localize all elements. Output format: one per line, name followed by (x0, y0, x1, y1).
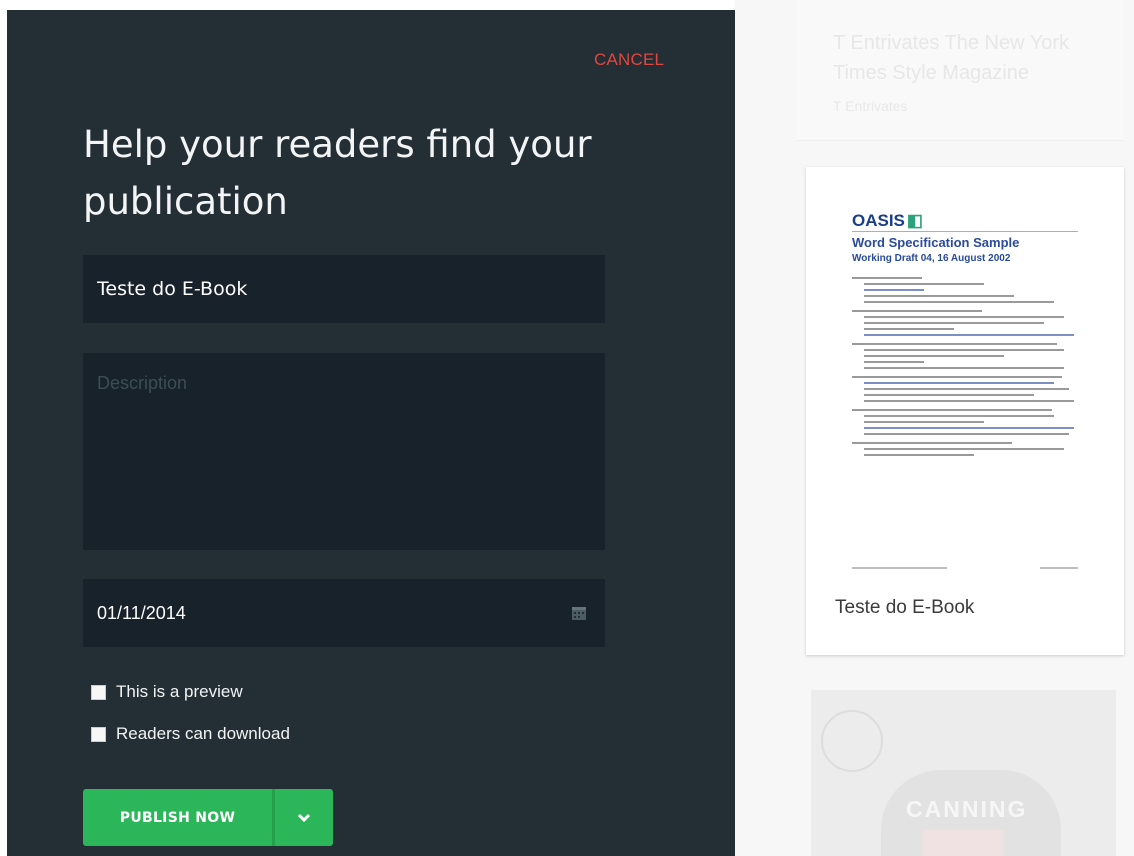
document-page-number (1040, 567, 1078, 569)
document-text-line (864, 361, 924, 363)
document-footer (852, 567, 947, 569)
document-text-line (864, 433, 1069, 435)
preview-checkbox-label: This is a preview (116, 682, 243, 701)
description-input[interactable] (83, 353, 605, 550)
title-input[interactable] (83, 255, 605, 323)
download-checkbox-label: Readers can download (116, 724, 290, 743)
document-text-line (852, 343, 1057, 345)
calendar-icon[interactable] (571, 605, 587, 621)
cancel-link[interactable]: CANCEL (594, 50, 664, 70)
faded-publication-card[interactable]: T Entrivates The New York Times Style Ma… (797, 0, 1123, 141)
faded-publication-title: T Entrivates The New York Times Style Ma… (833, 32, 1070, 84)
cover-text: CANNING (906, 796, 1028, 822)
document-text-line (864, 322, 1044, 324)
document-rule (852, 231, 1078, 232)
document-text-line (864, 382, 1054, 384)
document-text-line (864, 427, 1074, 429)
document-text-line (864, 283, 984, 285)
document-text-line (852, 409, 1052, 411)
document-text-line (864, 448, 1064, 450)
cover-badge (821, 710, 883, 772)
document-text-line (864, 388, 1069, 390)
faded-publication-cover[interactable]: CANNING (811, 690, 1116, 856)
document-text-line (864, 289, 924, 291)
document-text-line (864, 334, 1074, 336)
publication-card[interactable]: OASIS ◧ Word Specification Sample Working… (806, 167, 1124, 655)
document-text-line (852, 310, 982, 312)
download-checkbox[interactable] (91, 726, 106, 742)
document-thumbnail: OASIS ◧ Word Specification Sample Working… (840, 189, 1090, 579)
chevron-down-icon (297, 813, 311, 822)
publication-list: T Entrivates The New York Times Style Ma… (735, 0, 1134, 856)
document-text-line (852, 376, 1062, 378)
document-text-line (864, 454, 974, 456)
document-text-line (852, 277, 922, 279)
document-body-text (852, 277, 1074, 456)
document-text-line (864, 328, 954, 330)
date-value: 01/11/2014 (97, 602, 186, 623)
document-logo: OASIS ◧ (852, 211, 923, 230)
preview-checkbox-row[interactable]: This is a preview (91, 682, 243, 702)
publish-now-button[interactable]: PUBLISH NOW (83, 789, 272, 846)
document-text-line (864, 295, 1014, 297)
document-text-line (864, 316, 1064, 318)
document-title: Word Specification Sample (852, 235, 1020, 250)
document-text-line (864, 400, 1074, 402)
preview-checkbox[interactable] (91, 684, 106, 700)
date-field[interactable]: 01/11/2014 (83, 579, 605, 647)
document-subtitle: Working Draft 04, 16 August 2002 (852, 253, 1011, 264)
cover-label-box (923, 830, 1003, 856)
publish-panel: CANCEL Help your readers find your publi… (7, 10, 735, 856)
document-text-line (864, 394, 1034, 396)
publication-title: Teste do E-Book (835, 597, 975, 618)
publish-button-group: PUBLISH NOW (83, 789, 333, 846)
page-title: Help your readers find your publication (83, 123, 592, 223)
document-text-line (864, 355, 1004, 357)
faded-publication-subtitle: T Entrivates (833, 98, 908, 114)
document-text-line (864, 349, 1064, 351)
document-text-line (852, 442, 1012, 444)
document-text-line (864, 367, 1064, 369)
document-text-line (864, 415, 1054, 417)
publish-options-dropdown[interactable] (275, 789, 333, 846)
document-text-line (864, 301, 1054, 303)
document-text-line (864, 421, 984, 423)
download-checkbox-row[interactable]: Readers can download (91, 724, 290, 744)
